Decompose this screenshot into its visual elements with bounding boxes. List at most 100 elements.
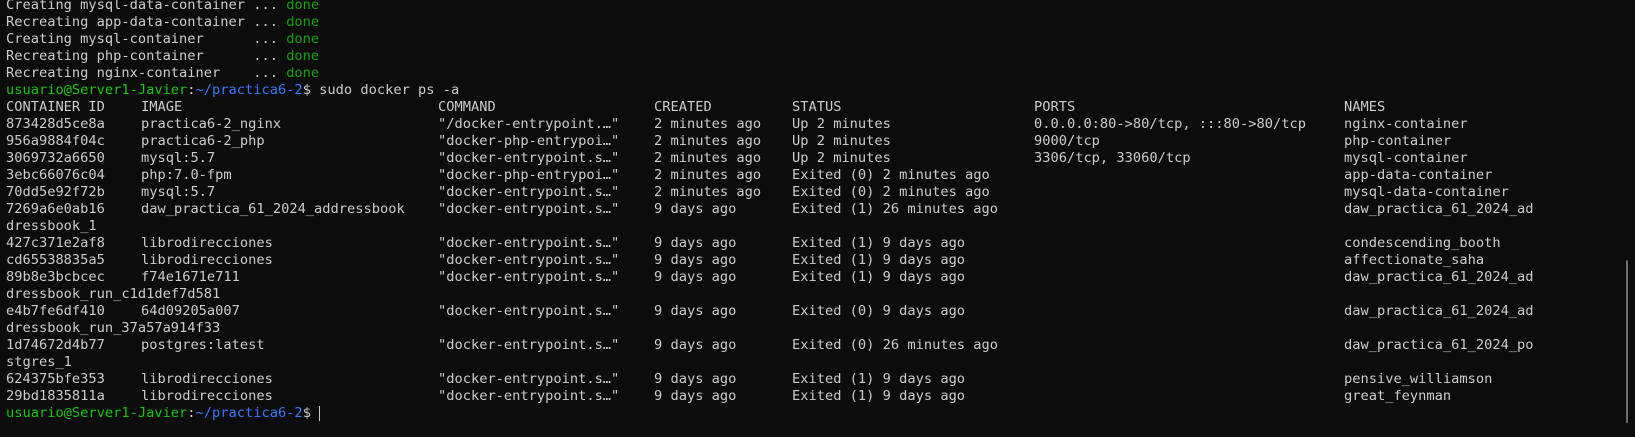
cell-created: 2 minutes ago <box>654 167 762 183</box>
table-row: 3ebc66076c04 php:7.0-fpm "docker-php-entry… <box>6 167 1595 184</box>
prompt-user-host: usuario@Server1-Javier <box>6 82 188 98</box>
compose-action: Creating mysql-data-container ... <box>6 0 287 13</box>
table-row: cd65538835a5 librodirecciones "docker-entr… <box>6 252 1595 269</box>
cell-container-id: 956a9884f04c <box>6 133 105 149</box>
compose-action: Recreating php-container ... <box>6 48 287 64</box>
compose-action: Recreating app-data-container ... <box>6 14 287 30</box>
header-status: STATUS <box>792 99 842 115</box>
cell-image: mysql:5.7 <box>141 184 216 200</box>
compose-line: Recreating php-container ... done <box>6 48 1595 65</box>
cell-status: Exited (1) 9 days ago <box>792 252 966 268</box>
cell-created: 9 days ago <box>654 388 737 404</box>
cell-status: Up 2 minutes <box>792 150 891 166</box>
compose-action: Creating mysql-container ... <box>6 31 287 47</box>
cell-image: practica6-2_php <box>141 133 265 149</box>
cell-ports: 9000/tcp <box>1034 133 1100 149</box>
prompt-separator: : <box>187 82 196 98</box>
prompt-user-host: usuario@Server1-Javier <box>6 405 188 421</box>
cell-names: mysql-data-container <box>1344 184 1509 200</box>
cell-created: 9 days ago <box>654 235 737 251</box>
table-row: 3069732a6650 mysql:5.7 "docker-entrypoint.… <box>6 150 1595 167</box>
cell-image: librodirecciones <box>141 371 273 387</box>
header-created: CREATED <box>654 99 712 115</box>
cell-names: daw_practica_61_2024_ad <box>1344 201 1534 217</box>
prompt-separator: : <box>187 405 196 421</box>
table-row: 624375bfe353 librodirecciones "docker-entr… <box>6 371 1595 388</box>
cell-ports: 0.0.0.0:80->80/tcp, :::80->80/tcp <box>1034 116 1306 132</box>
cell-image: mysql:5.7 <box>141 150 216 166</box>
header-names: NAMES <box>1344 99 1386 115</box>
prompt-line[interactable]: usuario@Server1-Javier:~/practica6-2$ <box>6 405 1595 422</box>
compose-status: done <box>286 14 320 30</box>
cell-command: "docker-entrypoint.s…" <box>438 269 620 285</box>
cell-command: "docker-php-entrypoi…" <box>438 167 620 183</box>
cell-status: Exited (1) 26 minutes ago <box>792 201 999 217</box>
table-row-wrap: dressbook_1 <box>6 218 97 234</box>
cell-created: 9 days ago <box>654 269 737 285</box>
container-list: 873428d5ce8a practica6-2_nginx "/docker-en… <box>6 116 1595 405</box>
prompt-symbol: $ <box>302 82 320 98</box>
cell-created: 9 days ago <box>654 201 737 217</box>
cell-names: affectionate_saha <box>1344 252 1485 268</box>
cell-command: "/docker-entrypoint.…" <box>438 116 620 132</box>
cell-command: "docker-entrypoint.s…" <box>438 371 620 387</box>
cell-container-id: cd65538835a5 <box>6 252 105 268</box>
cell-container-id: 624375bfe353 <box>6 371 105 387</box>
cell-status: Exited (1) 9 days ago <box>792 371 966 387</box>
command-text: sudo docker ps -a <box>319 82 460 98</box>
cell-status: Exited (1) 9 days ago <box>792 388 966 404</box>
table-row-wrap: dressbook_run_c1d1def7d581 <box>6 286 221 302</box>
table-header: CONTAINER ID IMAGE COMMAND CREATED STATU… <box>6 99 1595 116</box>
cell-image: librodirecciones <box>141 388 273 404</box>
cell-created: 9 days ago <box>654 337 737 353</box>
cell-container-id: 427c371e2af8 <box>6 235 105 251</box>
cell-image: practica6-2_nginx <box>141 116 282 132</box>
cell-container-id: 70dd5e92f72b <box>6 184 105 200</box>
terminal-output[interactable]: Creating mysql-data-container ... done R… <box>6 0 1595 422</box>
scrollbar[interactable] <box>1617 0 1635 437</box>
cell-command: "docker-entrypoint.s…" <box>438 388 620 404</box>
cell-image: daw_practica_61_2024_addressbook <box>141 201 405 217</box>
table-row: 89b8e3bcbcec f74e1671e711 "docker-entrypoi… <box>6 269 1595 286</box>
cell-status: Exited (0) 2 minutes ago <box>792 184 990 200</box>
cell-created: 2 minutes ago <box>654 116 762 132</box>
table-row: 427c371e2af8 librodirecciones "docker-entr… <box>6 235 1595 252</box>
cell-created: 2 minutes ago <box>654 150 762 166</box>
cell-image: php:7.0-fpm <box>141 167 232 183</box>
compose-status: done <box>286 48 320 64</box>
header-ports: PORTS <box>1034 99 1076 115</box>
cell-image: 64d09205a007 <box>141 303 240 319</box>
cell-status: Exited (0) 26 minutes ago <box>792 337 999 353</box>
prompt-symbol: $ <box>302 405 320 421</box>
cell-command: "docker-entrypoint.s…" <box>438 201 620 217</box>
cell-command: "docker-entrypoint.s…" <box>438 303 620 319</box>
scrollbar-thumb[interactable] <box>1626 260 1628 423</box>
cell-created: 9 days ago <box>654 252 737 268</box>
cell-status: Up 2 minutes <box>792 133 891 149</box>
cell-command: "docker-entrypoint.s…" <box>438 150 620 166</box>
cell-names: daw_practica_61_2024_ad <box>1344 303 1534 319</box>
cell-command: "docker-entrypoint.s…" <box>438 337 620 353</box>
cell-container-id: e4b7fe6df410 <box>6 303 105 319</box>
cell-image: postgres:latest <box>141 337 265 353</box>
cell-command: "docker-php-entrypoi…" <box>438 133 620 149</box>
prompt-path: ~/practica6-2 <box>195 405 303 421</box>
cell-command: "docker-entrypoint.s…" <box>438 184 620 200</box>
cell-names: pensive_williamson <box>1344 371 1493 387</box>
compose-line: Recreating app-data-container ... done <box>6 14 1595 31</box>
cell-container-id: 1d74672d4b77 <box>6 337 105 353</box>
cell-image: librodirecciones <box>141 235 273 251</box>
cell-names: mysql-container <box>1344 150 1468 166</box>
compose-status: done <box>286 0 320 13</box>
cell-image: f74e1671e711 <box>141 269 240 285</box>
table-row: 70dd5e92f72b mysql:5.7 "docker-entrypoint.… <box>6 184 1595 201</box>
table-row: 7269a6e0ab16 daw_practica_61_2024_address… <box>6 201 1595 218</box>
cell-names: php-container <box>1344 133 1452 149</box>
compose-status: done <box>286 65 320 81</box>
table-row: e4b7fe6df410 64d09205a007 "docker-entrypoi… <box>6 303 1595 320</box>
prompt-line: usuario@Server1-Javier:~/practica6-2$ su… <box>6 82 1595 99</box>
cell-image: librodirecciones <box>141 252 273 268</box>
cell-names: nginx-container <box>1344 116 1468 132</box>
cell-names: daw_practica_61_2024_ad <box>1344 269 1534 285</box>
prompt-path: ~/practica6-2 <box>195 82 303 98</box>
